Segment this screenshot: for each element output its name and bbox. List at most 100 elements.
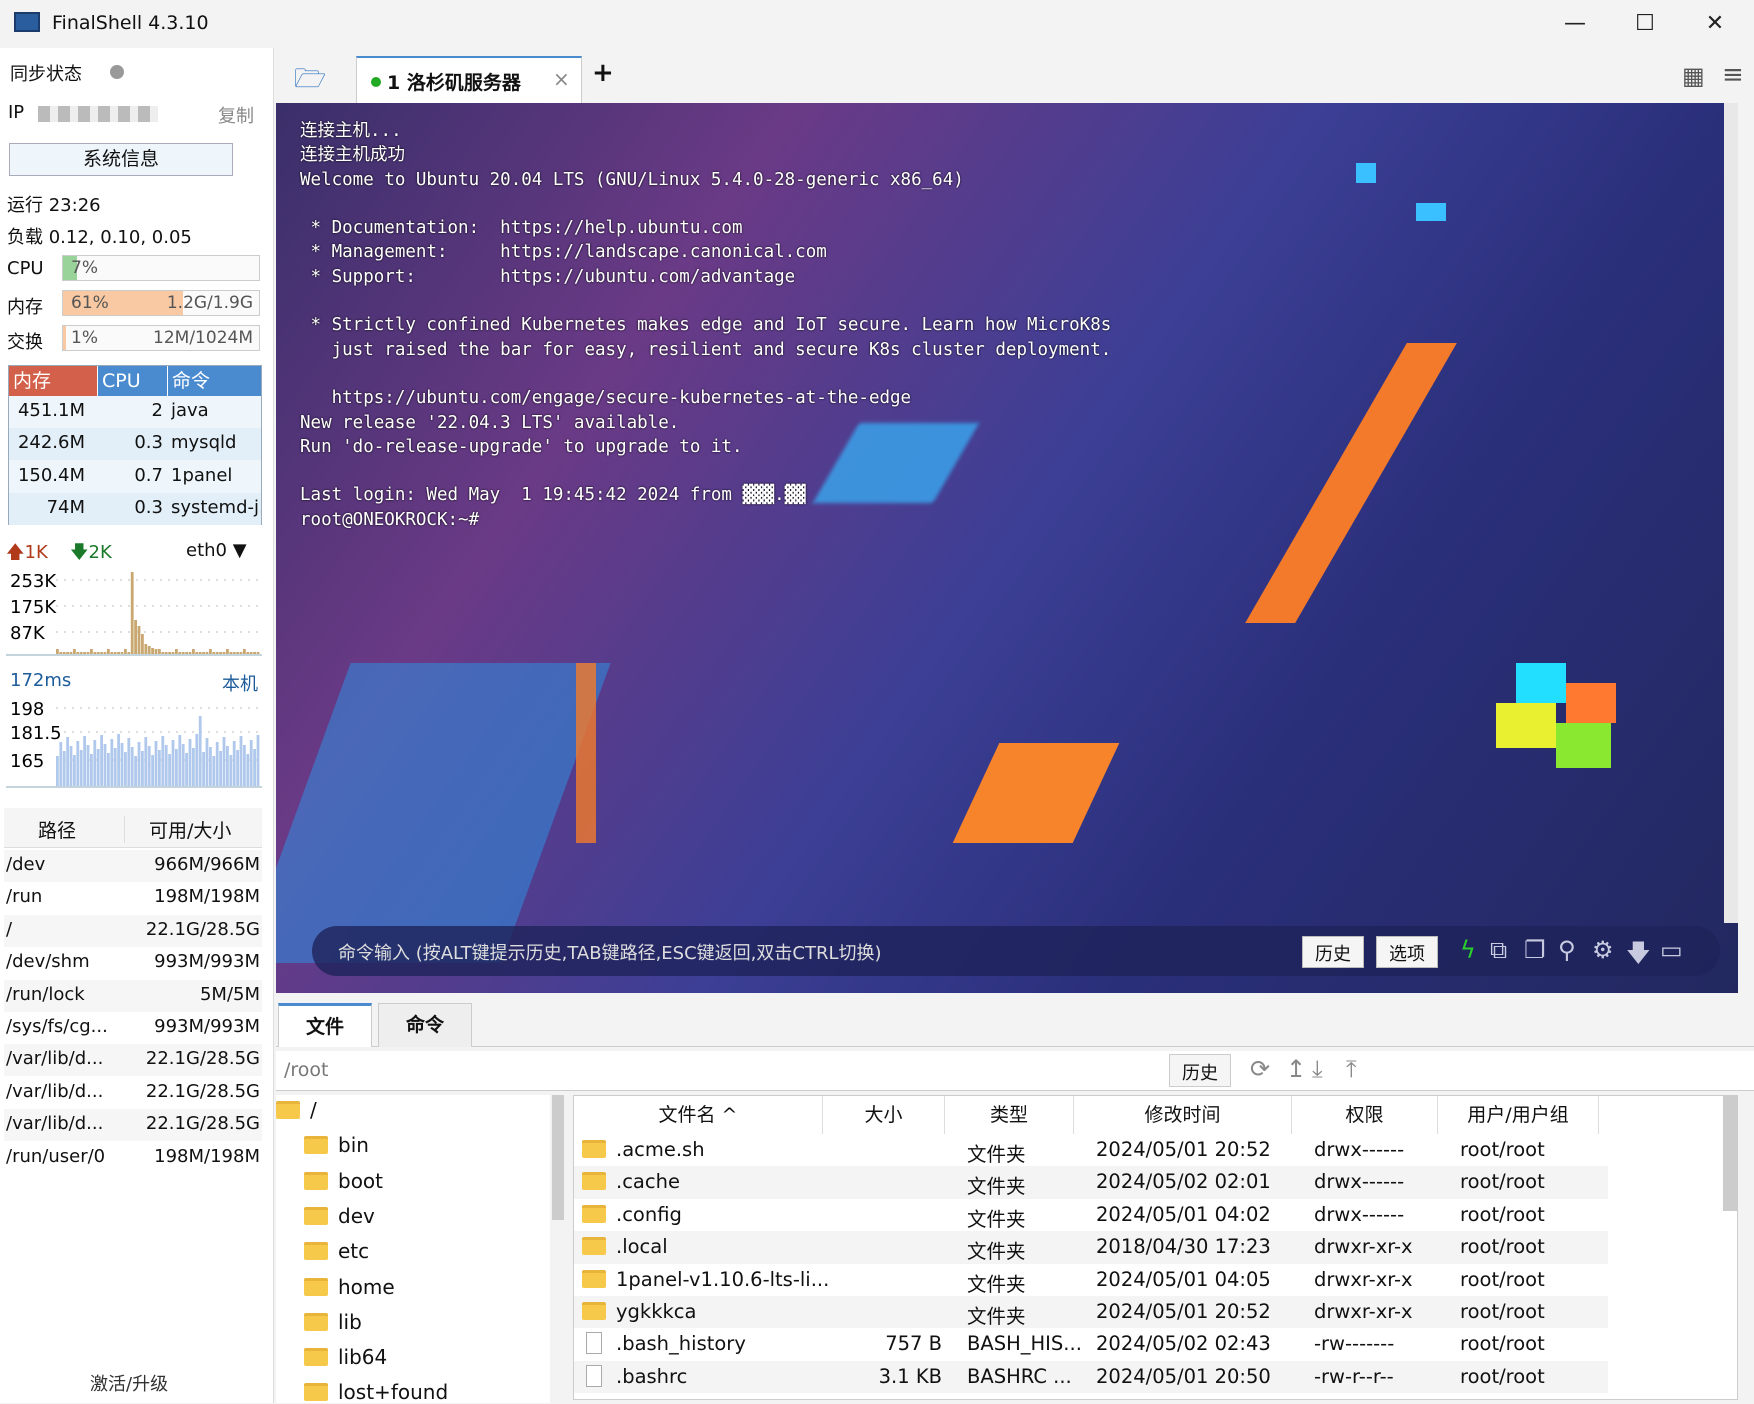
tree-scrollbar[interactable]: [552, 1095, 564, 1220]
disk-usage: 22.1G/28.5G: [145, 1048, 260, 1070]
disk-header-path[interactable]: 路径: [38, 816, 76, 843]
interface-select[interactable]: eth0 ▼: [186, 540, 247, 561]
process-row[interactable]: 150.4M 0.7 1panel: [9, 461, 261, 493]
disk-row[interactable]: /run/lock 5M/5M: [4, 979, 262, 1012]
file-list-scrollbar[interactable]: [1723, 1096, 1737, 1211]
chart-bar: [175, 649, 178, 654]
tab-session-1[interactable]: 1 洛杉矶服务器 ×: [356, 56, 582, 103]
chart-bar: [100, 735, 103, 786]
command-input[interactable]: 命令输入 (按ALT键提示历史,TAB键路径,ESC键返回,双击CTRL切换): [338, 939, 882, 965]
column-header-perm[interactable]: 权限: [1292, 1096, 1438, 1134]
disk-row[interactable]: / 22.1G/28.5G: [4, 914, 262, 947]
chart-bar: [79, 652, 83, 654]
window-icon[interactable]: ▭: [1660, 936, 1683, 964]
new-tab-plus-icon[interactable]: +: [592, 58, 614, 88]
tree-item[interactable]: dev: [304, 1204, 375, 1228]
process-row[interactable]: 242.6M 0.3 mysqld: [9, 428, 261, 461]
disk-row[interactable]: /run/user/0 198M/198M: [4, 1142, 262, 1174]
file-row[interactable]: .bash_history 757 B BASH_HIS... 2024/05/02 …: [574, 1328, 1608, 1360]
disk-header-size[interactable]: 可用/大小: [124, 816, 231, 843]
folder-open-icon[interactable]: 🗁: [294, 60, 326, 104]
disk-row[interactable]: /dev/shm 993M/993M: [4, 947, 262, 979]
column-header-type[interactable]: 类型: [945, 1096, 1074, 1134]
disk-row[interactable]: /run 198M/198M: [4, 882, 262, 914]
latency-target[interactable]: 本机: [222, 670, 258, 696]
file-row[interactable]: .local 文件夹 2018/04/30 17:23 drwxr-xr-x root/…: [574, 1231, 1608, 1264]
refresh-icon[interactable]: ⟳: [1250, 1055, 1270, 1083]
tree-item[interactable]: lost+found: [304, 1380, 448, 1404]
tree-item[interactable]: /: [276, 1098, 317, 1122]
disk-row[interactable]: /sys/fs/cg... 993M/993M: [4, 1012, 262, 1044]
uptime: 运行 23:26: [7, 195, 101, 216]
history-button[interactable]: 历史: [1302, 936, 1364, 968]
close-button[interactable]: ✕: [1685, 6, 1745, 42]
command-input-bar[interactable]: 命令输入 (按ALT键提示历史,TAB键路径,ESC键返回,双击CTRL切换) …: [312, 926, 1720, 976]
activate-upgrade-link[interactable]: 激活/升级: [90, 1370, 168, 1396]
file-row[interactable]: .cache 文件夹 2024/05/02 02:01 drwx------ root/…: [574, 1166, 1608, 1199]
tree-item[interactable]: etc: [304, 1239, 369, 1263]
options-button[interactable]: 选项: [1376, 936, 1438, 968]
tree-item[interactable]: bin: [304, 1133, 369, 1157]
download-icon[interactable]: ⤓: [1312, 1055, 1323, 1083]
chart-bar: [181, 652, 185, 654]
column-header-name[interactable]: 文件名 ^: [574, 1096, 823, 1134]
file-row[interactable]: ygkkkca 文件夹 2024/05/01 20:52 drwxr-xr-x root…: [574, 1296, 1608, 1329]
file-row[interactable]: .acme.sh 文件夹 2024/05/01 20:52 drwx------ roo…: [574, 1134, 1608, 1166]
proc-header-cmd[interactable]: 命令: [167, 366, 261, 396]
chart-bar: [198, 716, 202, 786]
tree-item[interactable]: boot: [304, 1169, 383, 1193]
close-tab-icon[interactable]: ×: [553, 67, 570, 91]
chart-bar: [192, 649, 195, 654]
grid-view-icon[interactable]: ▦: [1682, 62, 1705, 90]
disk-row[interactable]: /var/lib/d... 22.1G/28.5G: [4, 1044, 262, 1077]
chart-bar: [175, 749, 178, 786]
terminal[interactable]: 连接主机... 连接主机成功 Welcome to Ubuntu 20.04 L…: [276, 103, 1738, 993]
parent-dir-icon[interactable]: ↥: [1286, 1055, 1306, 1083]
chart-bar: [195, 652, 199, 654]
tree-item-label: lib: [338, 1309, 362, 1334]
file-row[interactable]: .config 文件夹 2024/05/01 04:02 drwx------ root…: [574, 1199, 1608, 1231]
file-owner: root/root: [1460, 1300, 1545, 1323]
column-header-time[interactable]: 修改时间: [1074, 1096, 1292, 1134]
paste-icon[interactable]: ❐: [1524, 936, 1546, 964]
disk-usage: 966M/966M: [154, 854, 260, 875]
gear-icon[interactable]: ⚙: [1592, 936, 1614, 964]
copy-icon[interactable]: ⧉: [1490, 936, 1507, 964]
search-icon[interactable]: ⚲: [1558, 936, 1576, 964]
proc-header-cpu[interactable]: CPU: [97, 366, 167, 396]
disk-row[interactable]: /var/lib/d... 22.1G/28.5G: [4, 1109, 262, 1142]
minimize-button[interactable]: —: [1545, 6, 1605, 42]
proc-header-mem[interactable]: 内存: [9, 366, 97, 396]
menu-icon[interactable]: ≡: [1722, 60, 1744, 90]
maximize-button[interactable]: ☐: [1615, 6, 1675, 42]
tick-label: 87K: [10, 623, 46, 644]
upload-icon[interactable]: ⤒: [1346, 1055, 1357, 1083]
path-history-button[interactable]: 历史: [1169, 1054, 1231, 1087]
chart-bar: [236, 750, 239, 786]
chart-bar: [215, 652, 219, 654]
tab-files[interactable]: 文件: [278, 1003, 372, 1047]
process-row[interactable]: 451.1M 2 java: [9, 396, 261, 428]
disk-row[interactable]: /var/lib/d... 22.1G/28.5G: [4, 1077, 262, 1109]
chart-bar: [154, 649, 158, 654]
disk-row[interactable]: /dev 966M/966M: [4, 850, 262, 882]
tree-item[interactable]: lib: [304, 1310, 362, 1334]
chart-bar: [134, 756, 137, 786]
app-icon: [14, 12, 40, 32]
tree-item[interactable]: home: [304, 1275, 395, 1299]
chart-bar: [249, 740, 253, 786]
file-row[interactable]: .bashrc 3.1 KB BASHRC ... 2024/05/01 20:50 -…: [574, 1360, 1608, 1394]
column-header-size[interactable]: 大小: [823, 1096, 945, 1134]
copy-ip-button[interactable]: 复制: [218, 102, 254, 128]
process-row[interactable]: 74M 0.3 systemd-j.: [9, 493, 261, 526]
terminal-scrollbar[interactable]: [1724, 103, 1738, 923]
file-row[interactable]: 1panel-v1.10.6-lts-li... 文件夹 2024/05/01 04…: [574, 1264, 1608, 1296]
path-input[interactable]: /root: [284, 1059, 329, 1081]
arrow-down-icon[interactable]: 🡇: [1626, 936, 1651, 977]
tree-item[interactable]: lib64: [304, 1345, 387, 1369]
process-command: 1panel: [171, 464, 233, 486]
column-header-owner[interactable]: 用户/用户组: [1438, 1096, 1599, 1134]
system-info-button[interactable]: 系统信息: [9, 143, 233, 176]
tab-commands[interactable]: 命令: [378, 1003, 472, 1047]
lightning-icon[interactable]: ϟ: [1460, 936, 1476, 964]
